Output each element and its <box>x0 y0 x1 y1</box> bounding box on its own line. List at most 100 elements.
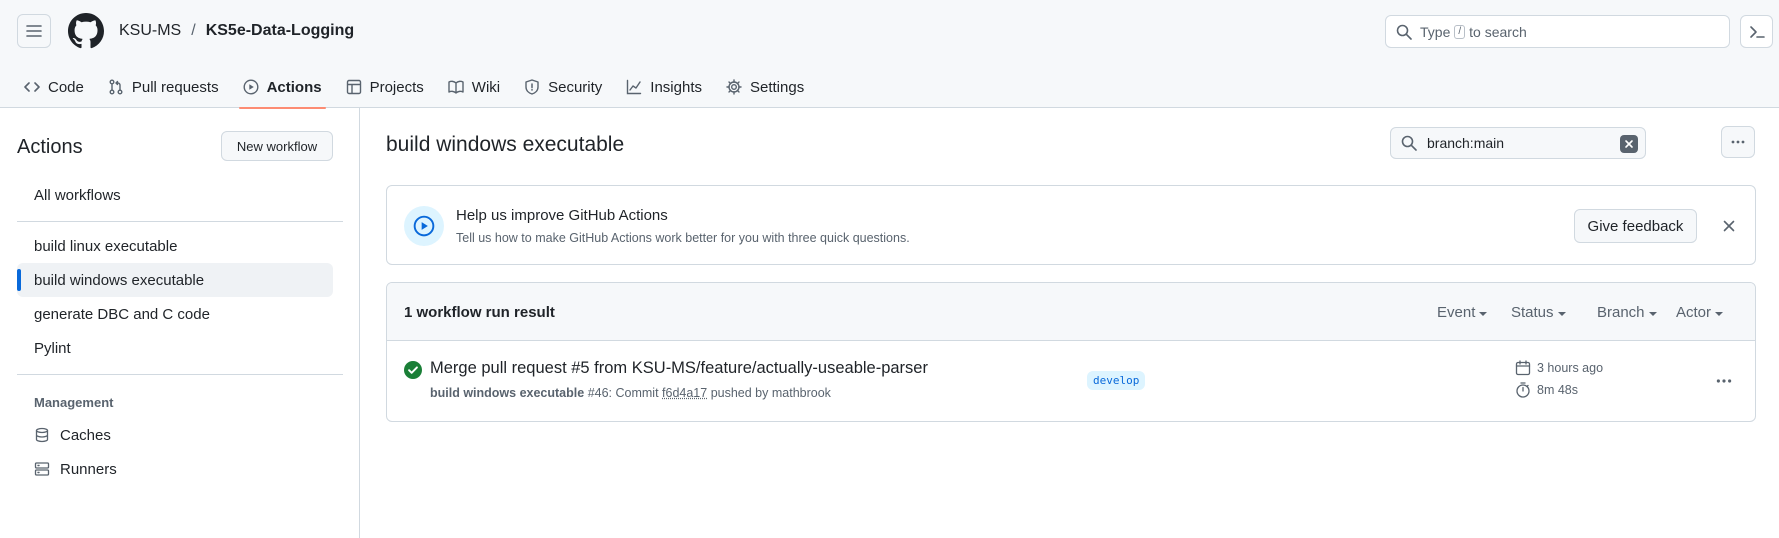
graph-icon <box>627 79 642 95</box>
run-meta: build windows executable #46: Commit f6d… <box>430 386 831 400</box>
workflow-menu-button[interactable] <box>1721 126 1755 158</box>
tab-actions[interactable]: Actions <box>231 66 334 109</box>
chevron-down-icon <box>1557 311 1566 316</box>
commit-sha-link[interactable]: f6d4a17 <box>662 386 707 400</box>
calendar-icon <box>1515 360 1531 376</box>
actor-filter-dropdown[interactable]: Actor <box>1676 304 1724 321</box>
tab-settings[interactable]: Settings <box>714 66 816 108</box>
sidebar-title: Actions <box>17 136 83 158</box>
tab-code[interactable]: Code <box>12 66 96 108</box>
tab-projects[interactable]: Projects <box>334 66 436 108</box>
search-shortcut-key: / <box>1454 24 1466 39</box>
chevron-down-icon <box>1715 311 1724 316</box>
check-circle-icon <box>404 361 422 379</box>
clear-filter-button[interactable] <box>1620 135 1638 153</box>
terminal-icon <box>1749 25 1765 38</box>
management-heading: Management <box>34 395 114 410</box>
search-icon <box>1401 135 1417 151</box>
feedback-subtitle: Tell us how to make GitHub Actions work … <box>456 231 910 245</box>
tab-pull-requests[interactable]: Pull requests <box>96 66 231 108</box>
duration-text: 8m 48s <box>1537 383 1578 397</box>
dropdown-label: Status <box>1511 304 1554 321</box>
repo-header: KSU-MS / KS5e-Data-Logging Type / to sea… <box>0 0 1779 109</box>
code-icon <box>24 82 40 92</box>
hamburger-menu-button[interactable] <box>17 14 51 48</box>
branch-filter-dropdown[interactable]: Branch <box>1597 304 1657 321</box>
dismiss-feedback-button[interactable] <box>1718 215 1740 237</box>
sidebar-item-label: build windows executable <box>34 271 205 289</box>
status-filter-dropdown[interactable]: Status <box>1511 304 1566 321</box>
run-pushed-by: pushed by mathbrook <box>710 386 831 400</box>
tab-wiki[interactable]: Wiki <box>436 66 512 108</box>
sidebar-divider <box>17 374 343 375</box>
run-duration: 8m 48s <box>1515 382 1578 398</box>
tab-insights[interactable]: Insights <box>614 66 714 108</box>
database-icon <box>35 427 49 443</box>
give-feedback-button[interactable]: Give feedback <box>1574 209 1697 243</box>
tab-label: Wiki <box>471 78 501 96</box>
new-workflow-button[interactable]: New workflow <box>221 131 333 161</box>
close-icon <box>1625 140 1633 148</box>
search-icon <box>1396 24 1412 40</box>
dropdown-label: Branch <box>1597 304 1645 321</box>
dropdown-label: Event <box>1437 304 1476 321</box>
github-logo-icon[interactable] <box>68 13 104 49</box>
tab-label: Pull requests <box>131 78 219 96</box>
breadcrumb: KSU-MS / KS5e-Data-Logging <box>119 22 354 40</box>
tab-label: Actions <box>266 78 322 96</box>
tab-label: Projects <box>369 78 424 96</box>
play-icon <box>404 206 444 246</box>
kebab-horizontal-icon <box>1731 140 1745 144</box>
sidebar-item-pylint[interactable]: Pylint <box>17 331 333 365</box>
filter-value: branch:main <box>1427 135 1505 151</box>
sidebar-item-build-linux-executable[interactable]: build linux executable <box>17 229 333 263</box>
time-ago-text: 3 hours ago <box>1537 361 1604 375</box>
stopwatch-icon <box>1516 382 1530 398</box>
tab-label: Insights <box>650 78 702 96</box>
play-icon <box>243 79 259 95</box>
book-icon <box>448 80 464 94</box>
sidebar-item-label: generate DBC and C code <box>34 305 210 323</box>
sidebar-divider <box>17 221 343 222</box>
repo-nav-tabs: Code Pull requests Actions Projects Wiki… <box>0 66 816 109</box>
workflow-run-row[interactable]: Merge pull request #5 from KSU-MS/featur… <box>387 341 1755 421</box>
chevron-down-icon <box>1648 311 1657 316</box>
tab-label: Security <box>548 78 603 96</box>
tab-label: Settings <box>750 78 805 96</box>
tab-security[interactable]: Security <box>512 66 614 108</box>
runs-count: 1 workflow run result <box>404 304 555 321</box>
repo-name-link[interactable]: KS5e-Data-Logging <box>206 22 354 40</box>
breadcrumb-separator: / <box>191 22 196 39</box>
run-number: #46: Commit <box>587 386 659 400</box>
run-menu-button[interactable] <box>1710 367 1738 395</box>
repo-owner-link[interactable]: KSU-MS <box>119 22 181 40</box>
sidebar-item-build-windows-executable[interactable]: build windows executable <box>17 263 333 297</box>
search-input[interactable]: Type / to search <box>1385 15 1730 48</box>
sidebar-item-label: Caches <box>60 426 111 444</box>
actions-sidebar: Actions New workflow All workflows build… <box>0 108 360 538</box>
close-icon <box>1723 220 1735 232</box>
sidebar-item-label: Pylint <box>34 339 71 357</box>
feedback-title: Help us improve GitHub Actions <box>456 207 668 224</box>
sidebar-item-all-workflows[interactable]: All workflows <box>17 178 333 212</box>
runs-list-header: 1 workflow run result Event Status Branc… <box>387 283 1755 341</box>
run-time-ago: 3 hours ago <box>1515 360 1603 376</box>
three-bars-icon <box>26 25 42 37</box>
workflow-title: build windows executable <box>386 133 625 156</box>
server-icon <box>34 462 50 476</box>
branch-tag[interactable]: develop <box>1087 371 1146 390</box>
search-placeholder-suffix: to search <box>1469 23 1527 40</box>
sidebar-item-label: build linux executable <box>34 237 178 255</box>
run-title-link[interactable]: Merge pull request #5 from KSU-MS/featur… <box>430 359 928 378</box>
event-filter-dropdown[interactable]: Event <box>1437 304 1488 321</box>
command-palette-button[interactable] <box>1740 15 1773 48</box>
workflow-runs-filter-input[interactable]: branch:main <box>1390 127 1646 159</box>
chevron-down-icon <box>1479 311 1488 316</box>
sidebar-item-generate-dbc-and-c-code[interactable]: generate DBC and C code <box>17 297 333 331</box>
search-placeholder-prefix: Type <box>1420 23 1451 40</box>
sidebar-item-runners[interactable]: Runners <box>17 452 333 486</box>
run-workflow-name: build windows executable <box>430 386 585 400</box>
sidebar-item-caches[interactable]: Caches <box>17 418 333 452</box>
gear-icon <box>726 79 742 95</box>
tab-label: Code <box>48 78 84 96</box>
